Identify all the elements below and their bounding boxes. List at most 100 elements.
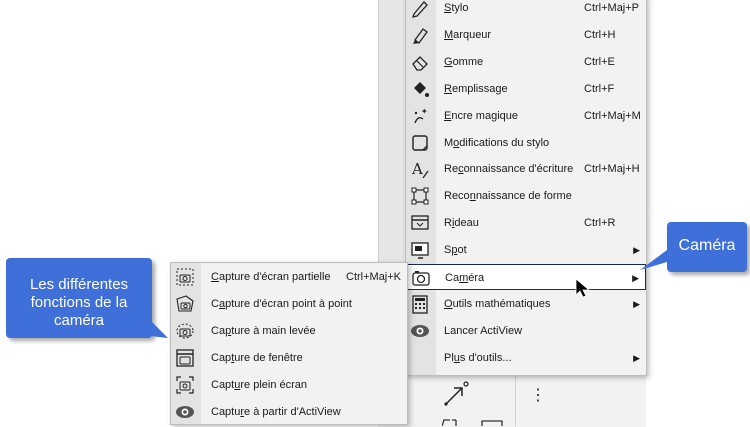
menu-item-label: Remplissage [444,82,508,95]
menu-item-label: Capture de fenêtre [211,351,303,364]
menu-item-label: Encre magique [444,109,518,122]
camera-icon [412,271,430,286]
menu-item-label: Capture d'écran partielle [211,271,331,283]
menu-item-label: Capture à partir d'ActiView [211,405,341,418]
point-capture-icon [176,295,194,312]
menu-item-spot[interactable]: Spot ▶ [406,237,646,263]
menu-item-label: Capture plein écran [211,378,308,391]
submenu-arrow-icon: ▶ [633,298,640,309]
menu-item-camera[interactable]: Caméra ▶ [406,264,646,290]
menu-item-remplissage[interactable]: Remplissage Ctrl+F [406,76,646,102]
menu-item-capture-a-main-levee[interactable]: Capture à main levée [171,318,407,344]
mnemonic-letter: R [444,82,452,95]
shortcut-text: Ctrl+H [584,28,616,41]
mnemonic-letter: c [458,163,464,176]
curtain-icon [411,215,429,230]
pen-icon [412,1,428,18]
tools-menu: Stylo Ctrl+Maj+P Marqueur Ctrl+H Gomme Ctrl+E… [405,0,647,376]
more-options-icon[interactable]: ⋮ [530,388,546,404]
eraser-icon [412,55,428,71]
menu-item-label: Spot [444,244,467,257]
menu-item-label: Capture d'écran point à point [211,297,352,310]
handwriting-recognition-icon: A [411,160,429,179]
eye-icon [176,405,194,418]
menu-item-label: Reconnaissance de forme [444,190,572,203]
menu-item-label: Stylo [444,2,469,14]
menu-item-label: Modifications du stylo [444,136,550,149]
window-capture-icon [176,349,194,367]
partial-capture-icon [176,268,194,286]
mnemonic-letter: M [444,28,454,41]
shortcut-text: Ctrl+F [584,82,615,95]
menu-item-marqueur[interactable]: Marqueur Ctrl+H [406,22,646,48]
menu-item-capture-d-ecran-partielle[interactable]: Capture d'écran partielle Ctrl+Maj+K [171,264,407,290]
mnemonic-letter: n [469,190,476,203]
menu-item-label: Marqueur [444,28,492,41]
mnemonic-letter: E [444,109,452,122]
menu-item-label: Plus d'outils... [444,351,512,364]
shortcut-text: Ctrl+E [584,55,615,68]
callout-line-1: Les différentes [29,276,129,293]
menu-item-capture-d-ecran-point-a-point[interactable]: Capture d'écran point à point [171,291,407,317]
menu-item-reconnaissance-d-ecriture[interactable]: A Reconnaissance d'écriture Ctrl+Maj+H [406,156,646,182]
menu-item-encre-magique[interactable]: ✦ Encre magique Ctrl+Maj+M [406,103,646,129]
menu-item-label: Rideau [444,217,479,230]
mnemonic-letter: o [453,136,460,149]
menu-item-label: Outils mathématiques [444,297,551,310]
mnemonic-letter: a [218,297,226,310]
menu-item-reconnaissance-de-forme[interactable]: Reconnaissance de forme [406,183,646,209]
mnemonic-letter: p [225,324,232,337]
menu-item-label: Capture à main levée [211,324,316,337]
mnemonic-letter: S [444,2,452,14]
mnemonic-letter: t [231,351,235,364]
menu-item-outils-mathematiques[interactable]: Outils mathématiques ▶ [406,291,646,317]
menu-item-label: Gomme [444,55,484,68]
shortcut-text: Ctrl+Maj+M [584,109,641,122]
camera-submenu: Capture d'écran partielle Ctrl+Maj+K Captu… [170,262,408,425]
pen-modifications-icon [412,134,428,151]
eye-icon [411,324,429,337]
svg-text:✦: ✦ [421,107,428,116]
mnemonic-letter: u [453,351,460,364]
mnemonic-letter: u [234,378,241,391]
menu-item-label: Reconnaissance d'écriture [444,163,574,176]
menu-item-label: Caméra [445,272,485,284]
callout-camera: Caméra [667,222,747,272]
fullscreen-capture-icon [176,375,194,394]
menu-item-lancer-actiview[interactable]: Lancer ActiView [406,318,646,344]
mnemonic-letter: r [240,405,245,418]
mnemonic-letter: O [444,297,453,310]
shape-recognition-icon [411,187,429,205]
shortcut-text: Ctrl+Maj+K [346,271,402,283]
mnemonic-letter: p [451,244,458,257]
callout-line-3: caméra [53,312,105,329]
fill-bucket-icon [414,81,429,97]
menu-item-capture-plein-ecran[interactable]: Capture plein écran [171,372,407,398]
menu-item-plus-d-outils[interactable]: Plus d'outils... ▶ [406,345,646,371]
menu-item-stylo[interactable]: Stylo Ctrl+Maj+P [406,0,646,21]
callout-camera-functions: Les différentes fonctions de la caméra [6,258,152,338]
menu-item-label: Lancer ActiView [444,324,523,337]
menu-item-rideau[interactable]: Rideau Ctrl+R [406,210,646,236]
submenu-arrow-icon: ▶ [633,245,640,256]
submenu-arrow-icon: ▶ [633,352,640,363]
menu-item-modifications-du-stylo[interactable]: Modifications du stylo [406,130,646,156]
shortcut-text: Ctrl+Maj+H [584,163,640,176]
menu-item-capture-a-partir-d-actiview[interactable]: Capture à partir d'ActiView [171,399,407,425]
mnemonic-letter: m [459,272,469,284]
mnemonic-letter: C [211,271,219,283]
submenu-arrow-icon: ▶ [632,273,639,283]
mnemonic-letter: G [444,55,453,68]
mnemonic-letter: i [451,217,455,230]
calculator-icon [412,295,428,314]
menu-item-capture-de-fenetre[interactable]: Capture de fenêtre [171,345,407,371]
freehand-capture-icon [176,323,194,339]
spotlight-icon [411,242,429,259]
partial-tool-icons [442,419,503,426]
connector-tool-icon[interactable] [442,380,470,408]
highlighter-icon [413,27,428,44]
menu-item-gomme[interactable]: Gomme Ctrl+E [406,49,646,75]
callout-line-2: fonctions de la [30,294,128,311]
shortcut-text: Ctrl+R [584,217,616,230]
svg-text:A: A [411,160,423,178]
